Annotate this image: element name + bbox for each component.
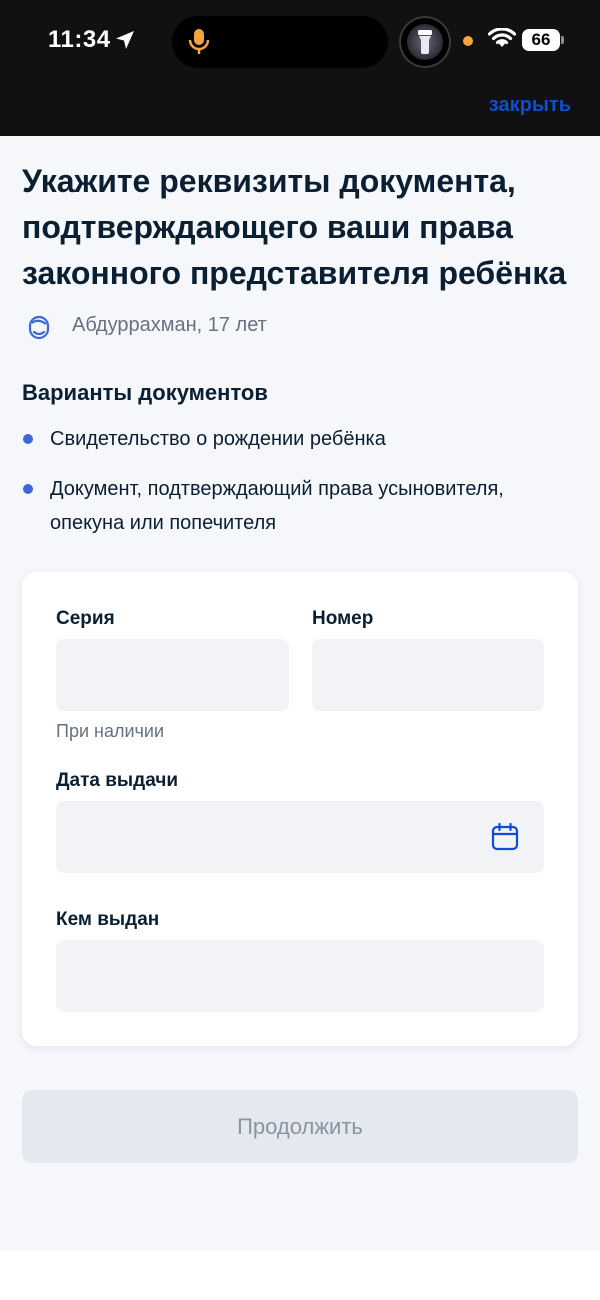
bullet-icon: [23, 434, 33, 444]
child-name: Абдуррахман, 17 лет: [72, 314, 267, 336]
page-title: Укажите реквизиты документа, подтверждаю…: [22, 163, 567, 291]
document-form-card: Серия При наличии Номер Дата выдачи Кем …: [22, 572, 578, 1046]
battery-indicator: 66: [522, 29, 560, 51]
battery-cap: [561, 36, 564, 44]
main-content: Укажите реквизиты документа, подтверждаю…: [0, 136, 600, 1251]
issue-date-label: Дата выдачи: [56, 770, 179, 791]
calendar-icon[interactable]: [491, 822, 519, 852]
documents-list: Свидетельство о рождении ребёнка Докумен…: [22, 422, 582, 556]
microphone-icon: [188, 29, 210, 54]
wifi-icon: [488, 28, 516, 47]
top-bar: 11:34 66 закрыть: [0, 0, 600, 136]
number-input[interactable]: [312, 639, 544, 711]
series-hint: При наличии: [56, 721, 164, 741]
status-time: 11:34: [48, 26, 111, 53]
documents-section-title: Варианты документов: [22, 380, 268, 405]
document-option-label: Свидетельство о рождении ребёнка: [50, 428, 386, 450]
series-label: Серия: [56, 608, 115, 629]
bullet-icon: [23, 484, 33, 494]
close-button[interactable]: закрыть: [489, 94, 571, 117]
list-item: Документ, подтверждающий права усыновите…: [22, 472, 582, 540]
number-label: Номер: [312, 608, 374, 629]
location-arrow-icon: [116, 31, 134, 49]
continue-button[interactable]: Продолжить: [22, 1090, 578, 1163]
series-input[interactable]: [56, 639, 289, 711]
privacy-indicator-dot: [463, 36, 473, 46]
issued-by-label: Кем выдан: [56, 909, 160, 930]
flashlight-button[interactable]: [399, 16, 451, 68]
document-option-label: Документ, подтверждающий права усыновите…: [50, 478, 504, 534]
list-item: Свидетельство о рождении ребёнка: [22, 422, 582, 456]
issued-by-input[interactable]: [56, 940, 544, 1012]
issue-date-input[interactable]: [56, 801, 544, 873]
flashlight-icon: [418, 30, 432, 54]
child-face-icon: [28, 315, 50, 340]
